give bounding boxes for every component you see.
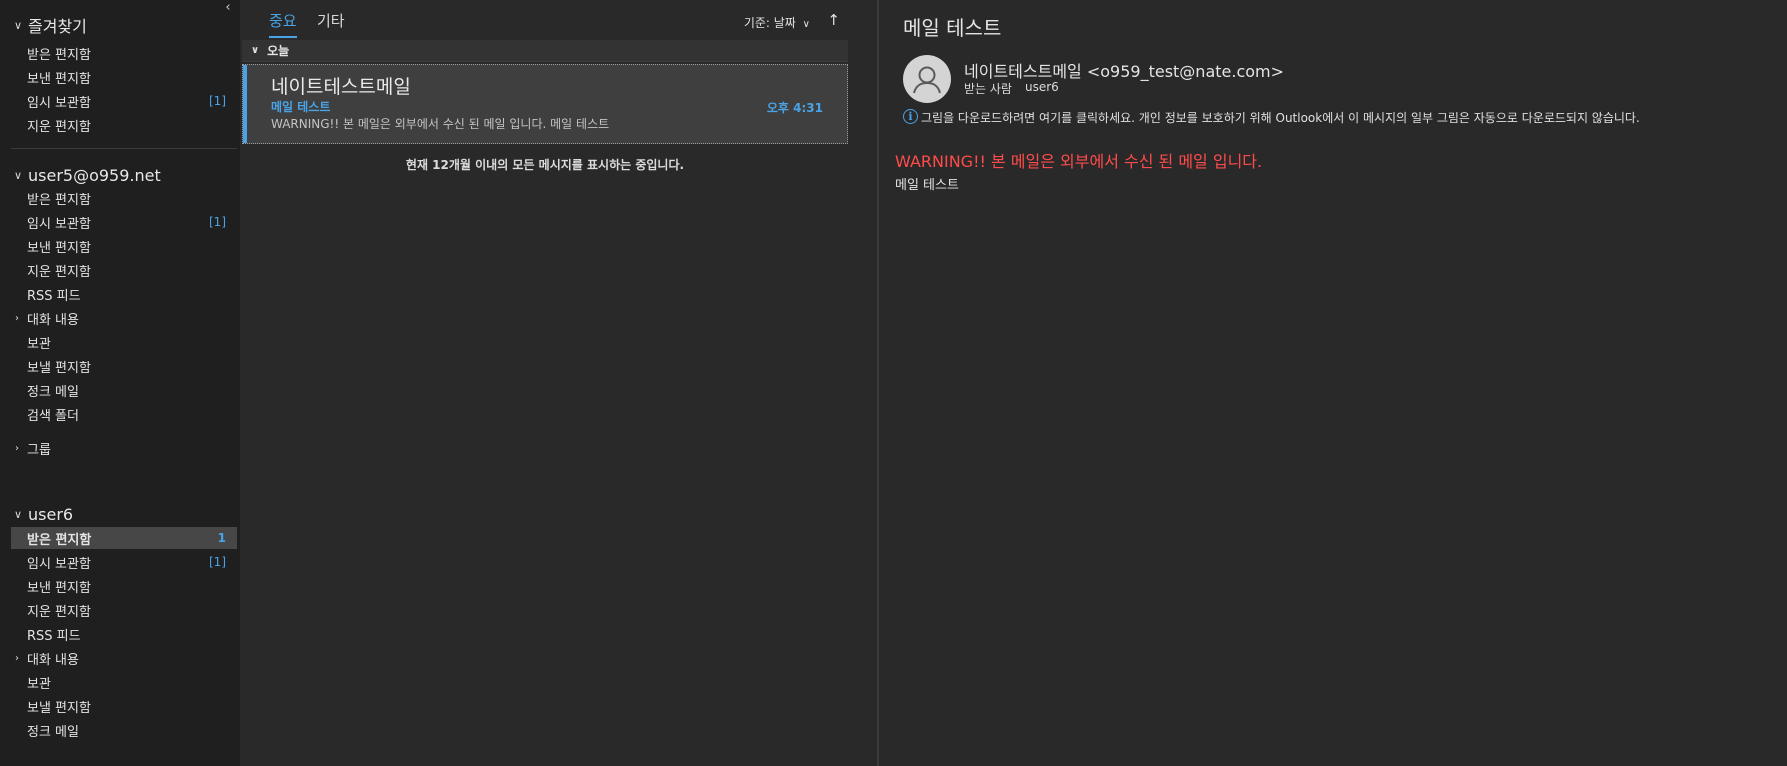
user5-folder-junk[interactable]: 정크 메일 [11,379,237,401]
list-notice: 현재 12개월 이내의 모든 메시지를 표시하는 중입니다. [405,158,685,172]
user6-folder-deleted[interactable]: 지운 편지함 [11,599,237,621]
collapse-pane-icon[interactable]: ‹ [221,1,235,16]
user5-folder-search[interactable]: 검색 폴더 [11,403,237,425]
person-icon [913,66,941,94]
folder-label: 그룹 [27,442,51,458]
message-list-item[interactable]: 네이트테스트메일 메일 테스트 오후 4:31 WARNING!! 본 메일은 … [242,64,848,144]
folder-label: 보낸 편지함 [27,580,91,596]
message-sender: 네이트테스트메일 [271,76,411,98]
user6-folder-outbox[interactable]: 보낼 편지함 [11,695,237,717]
folder-label: RSS 피드 [27,288,81,304]
tab-focused[interactable]: 중요 [269,10,297,38]
chevron-down-icon: ∨ [802,19,810,30]
account-title: user5@o959.net [28,165,161,185]
body-text: 메일 테스트 [895,178,959,193]
to-label: 받는 사람 [964,82,1012,96]
folder-label: 정크 메일 [27,384,79,400]
user5-folder-inbox[interactable]: 받은 편지함 [11,187,237,209]
folder-label: 받은 편지함 [27,532,92,548]
group-header-today[interactable]: ∨ 오늘 [242,40,848,62]
user5-folder-drafts[interactable]: 임시 보관함 [1] [11,211,237,233]
folder-label: 보낼 편지함 [27,700,91,716]
message-list-pane: 중요 기타 기준: 날짜 ∨ ↑ ∨ 오늘 네이트테스트메일 메일 테스트 오후… [242,0,848,766]
fav-folder-deleted[interactable]: 지운 편지함 [11,114,237,136]
user5-folder-deleted[interactable]: 지운 편지함 [11,259,237,281]
fav-folder-drafts[interactable]: 임시 보관함 [1] [11,90,237,112]
user6-folder-sent[interactable]: 보낸 편지함 [11,575,237,597]
arrow-up-icon[interactable]: ↑ [827,11,840,29]
user5-folder-outbox[interactable]: 보낼 편지함 [11,355,237,377]
avatar[interactable] [903,55,951,103]
sort-label: 기준: 날짜 [743,16,796,30]
folder-label: 보관 [27,336,51,352]
tab-label: 기타 [317,12,345,30]
chevron-down-icon: ∨ [14,507,23,521]
chevron-down-icon: ∨ [251,45,260,56]
folder-label: 임시 보관함 [27,216,91,232]
user6-folder-junk[interactable]: 정크 메일 [11,719,237,741]
folder-label: 지운 편지함 [27,264,91,280]
folder-label: 보낸 편지함 [27,240,91,256]
folder-label: 지운 편지함 [27,119,91,135]
favorites-header[interactable]: ∨ 즐겨찾기 [14,14,87,36]
message-preview: WARNING!! 본 메일은 외부에서 수신 된 메일 입니다. 메일 테스트 [271,117,610,131]
folder-label: 보관 [27,676,51,692]
user5-groups[interactable]: › 그룹 [11,437,237,459]
chevron-down-icon: ∨ [14,18,23,32]
unread-count-badge: 1 [217,531,226,545]
user6-folder-inbox[interactable]: 받은 편지함 1 [11,527,237,549]
user6-folder-conversation[interactable]: › 대화 내용 [11,647,237,669]
divider [11,148,237,149]
fav-folder-sent[interactable]: 보낸 편지함 [11,66,237,88]
folder-label: 보낸 편지함 [27,71,91,87]
account-header-user6[interactable]: ∨ user6 [14,503,73,525]
folder-label: 임시 보관함 [27,95,91,111]
account-title: user6 [28,504,74,524]
message-subject: 메일 테스트 [271,100,331,114]
folder-label: 보낼 편지함 [27,360,91,376]
folder-label: 대화 내용 [27,312,79,328]
chevron-right-icon[interactable]: › [15,653,19,664]
chevron-right-icon[interactable]: › [15,313,19,324]
body-warning-text: WARNING!! 본 메일은 외부에서 수신 된 메일 입니다. [895,152,1263,171]
message-title: 메일 테스트 [903,16,1002,40]
user5-folder-conversation[interactable]: › 대화 내용 [11,307,237,329]
folder-pane: ‹ ∨ 즐겨찾기 받은 편지함 보낸 편지함 임시 보관함 [1] 지운 편지함… [0,0,240,766]
folder-count-badge: [1] [209,94,226,108]
unread-indicator-bar [243,65,247,143]
download-pictures-infobar[interactable]: 그림을 다운로드하려면 여기를 클릭하세요. 개인 정보를 보호하기 위해 Ou… [921,109,1640,126]
folder-label: 받은 편지함 [27,47,91,63]
user5-folder-archive[interactable]: 보관 [11,331,237,353]
user6-folder-archive[interactable]: 보관 [11,671,237,693]
folder-label: 대화 내용 [27,652,79,668]
message-time: 오후 4:31 [766,101,823,115]
folder-label: RSS 피드 [27,628,81,644]
folder-label: 받은 편지함 [27,192,91,208]
user5-folder-sent[interactable]: 보낸 편지함 [11,235,237,257]
favorites-title: 즐겨찾기 [28,17,87,36]
recipient[interactable]: user6 [1025,80,1059,94]
folder-label: 지운 편지함 [27,604,91,620]
account-header-user5[interactable]: ∨ user5@o959.net [14,164,161,186]
folder-count-badge: [1] [209,215,226,229]
reading-pane: 메일 테스트 네이트테스트메일 <o959_test@nate.com> 받는 … [879,0,1787,766]
chevron-right-icon[interactable]: › [15,443,19,454]
sort-dropdown[interactable]: 기준: 날짜 ∨ [744,14,810,31]
folder-label: 정크 메일 [27,724,79,740]
fav-folder-inbox[interactable]: 받은 편지함 [11,42,237,64]
user6-folder-drafts[interactable]: 임시 보관함 [1] [11,551,237,573]
folder-label: 임시 보관함 [27,556,91,572]
folder-label: 검색 폴더 [27,408,79,424]
user5-folder-rss[interactable]: RSS 피드 [11,283,237,305]
sender-address[interactable]: 네이트테스트메일 <o959_test@nate.com> [964,58,1284,82]
user6-folder-rss[interactable]: RSS 피드 [11,623,237,645]
tab-other[interactable]: 기타 [317,10,345,38]
tab-label: 중요 [269,12,297,30]
group-label: 오늘 [267,44,290,58]
folder-count-badge: [1] [209,555,226,569]
chevron-down-icon: ∨ [14,168,23,182]
info-icon: i [903,109,918,124]
